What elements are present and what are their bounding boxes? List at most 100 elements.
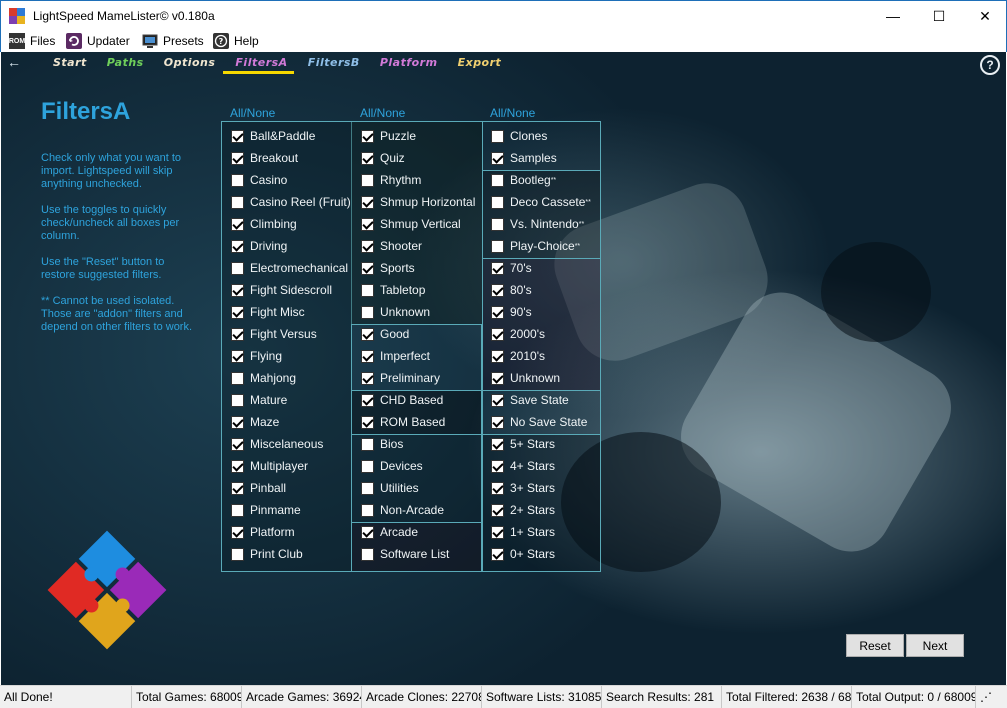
filter-pinmame[interactable]: Pinmame (231, 501, 301, 519)
checkbox[interactable] (491, 525, 504, 539)
filter-shooter[interactable]: Shooter (361, 237, 422, 255)
filter-platform[interactable]: Platform (231, 523, 295, 541)
menu-files[interactable]: ROM Files (9, 32, 55, 50)
checkbox[interactable] (231, 547, 244, 561)
checkbox[interactable] (491, 393, 504, 407)
filter-miscelaneous[interactable]: Miscelaneous (231, 435, 323, 453)
filter-2000-s[interactable]: 2000's (491, 325, 545, 343)
next-button[interactable]: Next (906, 634, 964, 657)
checkbox[interactable] (231, 239, 244, 253)
checkbox[interactable] (361, 547, 374, 561)
checkbox[interactable] (491, 547, 504, 561)
col1-toggle-link[interactable]: All/None (230, 106, 275, 120)
checkbox[interactable] (361, 503, 374, 517)
checkbox[interactable] (491, 305, 504, 319)
minimize-button[interactable]: — (870, 1, 916, 31)
checkbox[interactable] (491, 173, 504, 187)
menu-updater[interactable]: Updater (66, 32, 130, 50)
checkbox[interactable] (491, 503, 504, 517)
checkbox[interactable] (491, 459, 504, 473)
filter-software-list[interactable]: Software List (361, 545, 449, 563)
filter-quiz[interactable]: Quiz (361, 149, 405, 167)
checkbox[interactable] (231, 437, 244, 451)
filter-70-s[interactable]: 70's (491, 259, 532, 277)
checkbox[interactable] (491, 481, 504, 495)
filter-unknown[interactable]: Unknown (361, 303, 430, 321)
checkbox[interactable] (231, 173, 244, 187)
filter-driving[interactable]: Driving (231, 237, 287, 255)
filter-unknown[interactable]: Unknown (491, 369, 560, 387)
filter-print-club[interactable]: Print Club (231, 545, 303, 563)
checkbox[interactable] (231, 503, 244, 517)
checkbox[interactable] (361, 217, 374, 231)
checkbox[interactable] (231, 481, 244, 495)
filter-bootleg[interactable]: Bootleg ** (491, 171, 556, 189)
filter-no-save-state[interactable]: No Save State (491, 413, 587, 431)
resize-grip-icon[interactable]: ⋰ (975, 686, 1007, 708)
filter-shmup-horizontal[interactable]: Shmup Horizontal (361, 193, 475, 211)
checkbox[interactable] (231, 305, 244, 319)
filter-deco-cassete[interactable]: Deco Cassete ** (491, 193, 591, 211)
filter-4-stars[interactable]: 4+ Stars (491, 457, 555, 475)
filter-rhythm[interactable]: Rhythm (361, 171, 421, 189)
filter-bios[interactable]: Bios (361, 435, 403, 453)
filter-chd-based[interactable]: CHD Based (361, 391, 443, 409)
help-button[interactable]: ? (980, 55, 1000, 75)
tab-filtersa[interactable]: FiltersA (223, 55, 294, 74)
checkbox[interactable] (491, 371, 504, 385)
checkbox[interactable] (361, 151, 374, 165)
checkbox[interactable] (361, 525, 374, 539)
checkbox[interactable] (491, 261, 504, 275)
filter-breakout[interactable]: Breakout (231, 149, 298, 167)
filter-fight-sidescroll[interactable]: Fight Sidescroll (231, 281, 332, 299)
checkbox[interactable] (491, 349, 504, 363)
filter-samples[interactable]: Samples (491, 149, 557, 167)
checkbox[interactable] (361, 283, 374, 297)
filter-rom-based[interactable]: ROM Based (361, 413, 445, 431)
checkbox[interactable] (361, 349, 374, 363)
checkbox[interactable] (231, 349, 244, 363)
checkbox[interactable] (231, 283, 244, 297)
filter-preliminary[interactable]: Preliminary (361, 369, 440, 387)
maximize-button[interactable]: ☐ (916, 1, 962, 31)
tab-filtersb[interactable]: FiltersB (296, 55, 366, 71)
checkbox[interactable] (231, 415, 244, 429)
filter-80-s[interactable]: 80's (491, 281, 532, 299)
checkbox[interactable] (231, 129, 244, 143)
col3-toggle-link[interactable]: All/None (490, 106, 535, 120)
filter-casino-reel-fruit[interactable]: Casino Reel (Fruit) (231, 193, 351, 211)
filter-2010-s[interactable]: 2010's (491, 347, 545, 365)
filter-mature[interactable]: Mature (231, 391, 287, 409)
filter-puzzle[interactable]: Puzzle (361, 127, 416, 145)
checkbox[interactable] (231, 393, 244, 407)
close-button[interactable]: ✕ (962, 1, 1007, 31)
filter-utilities[interactable]: Utilities (361, 479, 419, 497)
checkbox[interactable] (491, 327, 504, 341)
filter-devices[interactable]: Devices (361, 457, 423, 475)
checkbox[interactable] (361, 437, 374, 451)
checkbox[interactable] (361, 327, 374, 341)
filter-vs-nintendo[interactable]: Vs. Nintendo ** (491, 215, 584, 233)
checkbox[interactable] (361, 195, 374, 209)
checkbox[interactable] (361, 371, 374, 385)
filter-3-stars[interactable]: 3+ Stars (491, 479, 555, 497)
filter-clones[interactable]: Clones (491, 127, 547, 145)
filter-shmup-vertical[interactable]: Shmup Vertical (361, 215, 461, 233)
filter-imperfect[interactable]: Imperfect (361, 347, 430, 365)
filter-good[interactable]: Good (361, 325, 409, 343)
checkbox[interactable] (491, 239, 504, 253)
checkbox[interactable] (231, 217, 244, 231)
filter-90-s[interactable]: 90's (491, 303, 532, 321)
checkbox[interactable] (361, 415, 374, 429)
col2-toggle-link[interactable]: All/None (360, 106, 405, 120)
checkbox[interactable] (231, 459, 244, 473)
filter-pinball[interactable]: Pinball (231, 479, 286, 497)
filter-flying[interactable]: Flying (231, 347, 282, 365)
filter-climbing[interactable]: Climbing (231, 215, 297, 233)
checkbox[interactable] (491, 151, 504, 165)
menu-presets[interactable]: Presets (142, 32, 204, 50)
checkbox[interactable] (361, 393, 374, 407)
checkbox[interactable] (361, 459, 374, 473)
checkbox[interactable] (361, 305, 374, 319)
filter-sports[interactable]: Sports (361, 259, 415, 277)
